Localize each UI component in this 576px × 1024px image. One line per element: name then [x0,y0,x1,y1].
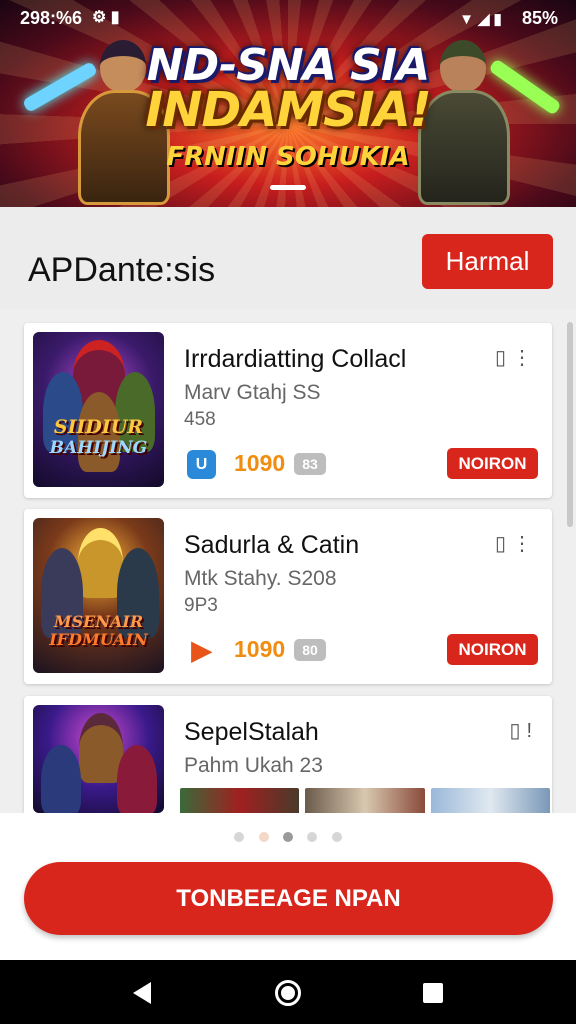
status-right: ▼◢▮ 85% [459,8,558,29]
battery-icon: ▮ [493,11,506,28]
game-name: Irrdardiatting Collacl [184,345,407,373]
status-notification-icons: ⚙ ▮ [92,7,120,27]
game-developer: Marv Gtahj SS [184,381,321,404]
rating-badge: 80 [294,639,326,661]
game-name: Sadurla & Catin [184,531,360,559]
store-icon: U [187,450,216,479]
play-icon: ▶ [191,635,212,665]
game-price: 1090 [234,636,286,662]
list-item[interactable]: SIIDIUR BAHIJING Irrdardiatting Collacl … [24,323,552,498]
page-dot[interactable] [258,832,269,842]
game-count: 458 [184,409,216,430]
screenshot-thumb [305,788,425,813]
page-title: APDante:sis [28,251,216,289]
system-nav-bar [0,960,576,1024]
page-dot[interactable] [331,832,342,842]
battery-percent: 85% [521,8,558,28]
more-options-icon[interactable]: ▯⋮ [495,531,538,556]
game-thumbnail [33,705,164,813]
banner-title-line3: FRNIIN SOHUKIA [166,142,410,172]
scrollbar[interactable] [567,322,573,527]
game-name: SepelStalah [184,718,319,746]
recent-apps-icon[interactable] [423,983,443,1003]
wifi-icon: ▼ [459,11,478,28]
back-icon[interactable] [133,982,151,1004]
header-button[interactable]: Harmal [422,234,553,289]
thumb-title-line2: BAHIJING [49,438,148,458]
home-icon[interactable] [275,980,301,1006]
settings-icon: ⚙ [92,9,107,26]
screenshot-thumb [180,788,300,813]
rating-badge: 83 [294,453,326,475]
game-thumbnail: MSENAIR IFDMUAIN [33,518,164,673]
list-item[interactable]: SepelStalah Pahm Ukah 23 ▯! [24,696,552,813]
primary-cta-button[interactable]: TONBEEAGE NPAN [24,862,553,935]
page-dot-active[interactable] [283,832,293,842]
screenshot-strip [180,788,550,813]
list-item[interactable]: MSENAIR IFDMUAIN Sadurla & Catin Mtk Sta… [24,509,552,684]
banner-page-indicator [270,185,306,190]
game-thumbnail: SIIDIUR BAHIJING [33,332,164,487]
game-count: 9P3 [184,595,218,616]
game-developer: Mtk Stahy. S208 [184,567,337,590]
banner-title-line2: INDAMSIA! [145,82,431,138]
thumb-title-line1: SIIDIUR [53,416,144,438]
thumb-title-line2: IFDMUAIN [49,630,148,649]
bottom-panel: TONBEEAGE NPAN [0,813,576,960]
install-button[interactable]: NOIRON [447,634,538,665]
more-options-icon[interactable]: ▯⋮ [495,345,538,370]
game-price: 1090 [234,450,286,476]
signal-icon: ◢ [477,11,494,28]
install-button[interactable]: NOIRON [447,448,538,479]
status-bar: 298:%6 ⚙ ▮ ▼◢▮ 85% [0,6,576,30]
status-time: 298:%6 [20,8,83,28]
bag-icon: ▮ [110,9,120,26]
more-options-icon[interactable]: ▯! [509,718,538,743]
page-dot[interactable] [234,832,245,842]
game-developer: Pahm Ukah 23 [184,754,323,777]
thumb-title-line1: MSENAIR [53,612,144,631]
screenshot-thumb [430,788,550,813]
page-dots [0,829,576,847]
promo-banner[interactable]: 298:%6 ⚙ ▮ ▼◢▮ 85% ND-SNA SIA INDAMSIA! … [0,0,576,207]
section-header: APDante:sis Harmal [0,207,576,309]
page-dot[interactable] [307,832,318,842]
